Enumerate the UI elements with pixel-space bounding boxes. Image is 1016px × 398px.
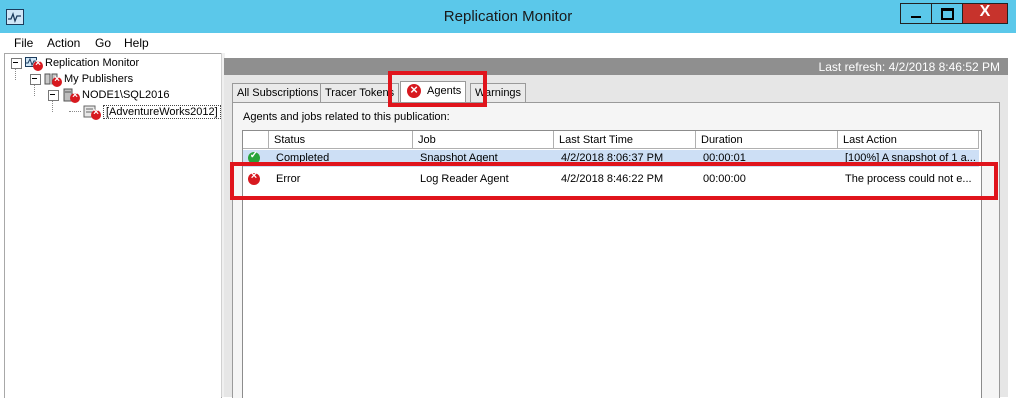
tree-label: [AdventureWorks2012] bbox=[103, 105, 221, 119]
maximize-button[interactable] bbox=[932, 3, 963, 24]
error-icon bbox=[248, 170, 260, 185]
title-bar: Replication Monitor X bbox=[0, 0, 1016, 33]
menu-action[interactable]: Action bbox=[47, 36, 80, 50]
tab-agents[interactable]: Agents bbox=[400, 81, 467, 103]
column-header-duration[interactable]: Duration bbox=[696, 131, 838, 149]
menu-go[interactable]: Go bbox=[95, 36, 111, 50]
duration-cell: 00:00:00 bbox=[703, 173, 746, 185]
minimize-icon bbox=[911, 16, 921, 18]
server-icon bbox=[62, 88, 80, 103]
status-cell: Error bbox=[276, 173, 301, 185]
publication-icon bbox=[83, 105, 101, 120]
last-action-cell: [100%] A snapshot of 1 a... bbox=[845, 152, 976, 164]
collapse-toggle-icon[interactable] bbox=[30, 73, 41, 85]
error-icon bbox=[70, 90, 80, 103]
menu-file[interactable]: File bbox=[14, 36, 33, 50]
column-header-status[interactable]: Status bbox=[269, 131, 413, 149]
details-header-bar: Last refresh: 4/2/2018 8:46:52 PM bbox=[224, 58, 1008, 75]
last-action-cell: The process could not e... bbox=[845, 173, 972, 185]
tree-item-publication[interactable]: [AdventureWorks2012] bbox=[83, 104, 221, 120]
tab-label: Agents bbox=[427, 85, 462, 97]
menu-help[interactable]: Help bbox=[124, 36, 149, 50]
last-start-time-cell: 4/2/2018 8:06:37 PM bbox=[561, 152, 664, 164]
replication-monitor-icon bbox=[25, 56, 43, 71]
job-cell: Log Reader Agent bbox=[420, 173, 509, 185]
success-icon bbox=[248, 150, 260, 164]
tree-connector bbox=[69, 111, 81, 112]
tree-label: NODE1\SQL2016 bbox=[82, 89, 170, 101]
collapse-toggle-icon[interactable] bbox=[11, 57, 22, 69]
column-header-last-action[interactable]: Last Action bbox=[838, 131, 979, 149]
tree-item-server[interactable]: NODE1\SQL2016 bbox=[48, 87, 169, 103]
column-header-last-start-time[interactable]: Last Start Time bbox=[554, 131, 696, 149]
publishers-icon bbox=[44, 72, 62, 87]
table-row[interactable]: Completed Snapshot Agent 4/2/2018 8:06:3… bbox=[243, 150, 979, 167]
tree-label: Replication Monitor bbox=[45, 57, 140, 69]
maximize-icon bbox=[941, 8, 954, 20]
close-button[interactable]: X bbox=[963, 3, 1008, 24]
window-title: Replication Monitor bbox=[443, 8, 573, 25]
table-row[interactable]: Error Log Reader Agent 4/2/2018 8:46:22 … bbox=[243, 170, 979, 188]
tree-item-my-publishers[interactable]: My Publishers bbox=[30, 71, 133, 87]
tab-tracer-tokens[interactable]: Tracer Tokens bbox=[320, 83, 400, 102]
error-icon bbox=[407, 81, 421, 99]
tab-warnings[interactable]: Warnings bbox=[470, 83, 527, 102]
error-icon bbox=[33, 58, 43, 71]
minimize-button[interactable] bbox=[900, 3, 932, 24]
column-header-job[interactable]: Job bbox=[413, 131, 554, 149]
navigation-tree[interactable]: Replication Monitor My Publishers NODE1\… bbox=[4, 53, 222, 398]
error-icon bbox=[91, 107, 101, 120]
column-header-icon[interactable] bbox=[243, 131, 269, 149]
error-icon bbox=[52, 74, 62, 87]
tree-label: My Publishers bbox=[64, 73, 134, 85]
collapse-toggle-icon[interactable] bbox=[48, 89, 59, 101]
duration-cell: 00:00:01 bbox=[703, 152, 746, 164]
tab-all-subscriptions[interactable]: All Subscriptions bbox=[232, 83, 324, 102]
status-cell: Completed bbox=[276, 152, 330, 164]
job-cell: Snapshot Agent bbox=[420, 152, 498, 164]
agents-grid[interactable]: Status Job Last Start Time Duration Last… bbox=[242, 130, 982, 398]
panel-caption: Agents and jobs related to this publicat… bbox=[243, 111, 450, 123]
last-refresh-text: Last refresh: 4/2/2018 8:46:52 PM bbox=[818, 60, 1000, 74]
window-controls: X bbox=[900, 3, 1008, 24]
tree-item-replication-monitor[interactable]: Replication Monitor bbox=[11, 55, 139, 71]
close-icon: X bbox=[979, 3, 991, 20]
menu-bar: File Action Go Help bbox=[0, 33, 1016, 53]
last-start-time-cell: 4/2/2018 8:46:22 PM bbox=[561, 173, 664, 185]
